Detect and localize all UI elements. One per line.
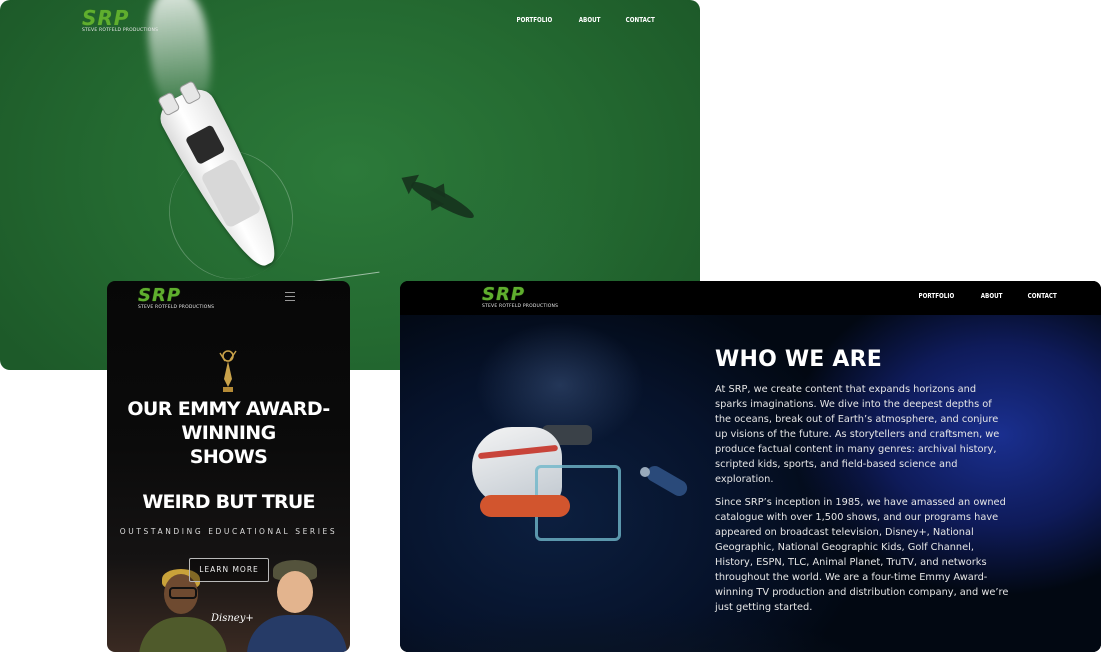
about-paragraph-1: At SRP, we create content that expands h… (715, 384, 1000, 485)
logo-tagline: STEVE ROTFELD PRODUCTIONS (138, 305, 215, 310)
emmy-award-icon (219, 350, 237, 392)
logo-mark: SRP (138, 285, 182, 306)
logo-tagline: STEVE ROTFELD PRODUCTIONS (82, 28, 159, 33)
shark-image (396, 166, 490, 235)
show-subtitle: OUTSTANDING EDUCATIONAL SERIES (119, 527, 338, 536)
host-glasses (169, 587, 197, 599)
site-header: SRP STEVE ROTFELD PRODUCTIONS PORTFOLIO … (400, 281, 1101, 315)
srp-logo[interactable]: SRP STEVE ROTFELD PRODUCTIONS (82, 8, 158, 33)
mobile-heading: OUR EMMY AWARD-WINNING SHOWS (107, 397, 350, 469)
hamburger-menu-icon[interactable] (285, 292, 295, 301)
mobile-panel: SRP STEVE ROTFELD PRODUCTIONS OUR EMMY A… (107, 281, 350, 652)
main-nav: PORTFOLIO ABOUT CONTACT (512, 16, 658, 24)
disney-plus-logo: Disney+ (211, 613, 254, 624)
logo-tagline: STEVE ROTFELD PRODUCTIONS (482, 304, 559, 309)
nav-portfolio[interactable]: PORTFOLIO (918, 292, 954, 300)
nav-portfolio[interactable]: PORTFOLIO (516, 16, 552, 24)
mobile-heading-line2: SHOWS (189, 446, 268, 468)
nav-contact[interactable]: CONTACT (626, 16, 655, 24)
cohost-body (247, 615, 347, 652)
about-heading: WHO WE ARE (715, 347, 882, 372)
nav-contact[interactable]: CONTACT (1028, 292, 1057, 300)
main-nav: PORTFOLIO ABOUT CONTACT (914, 292, 1060, 300)
nav-about[interactable]: ABOUT (980, 292, 1002, 300)
diver (643, 463, 691, 499)
about-paragraph-2: Since SRP’s inception in 1985, we have a… (715, 497, 1009, 613)
logo-mark: SRP (82, 6, 130, 30)
srp-logo[interactable]: SRP STEVE ROTFELD PRODUCTIONS (482, 284, 559, 310)
learn-more-button[interactable]: LEARN MORE (189, 558, 269, 582)
nav-about[interactable]: ABOUT (578, 16, 600, 24)
srp-logo[interactable]: SRP STEVE ROTFELD PRODUCTIONS (138, 285, 215, 311)
about-panel: SRP STEVE ROTFELD PRODUCTIONS PORTFOLIO … (400, 281, 1101, 652)
mobile-heading-line1: OUR EMMY AWARD-WINNING (127, 398, 330, 444)
cohost-face (277, 571, 313, 613)
show-title: WEIRD BUT TRUE (142, 491, 315, 513)
logo-mark: SRP (482, 284, 526, 305)
